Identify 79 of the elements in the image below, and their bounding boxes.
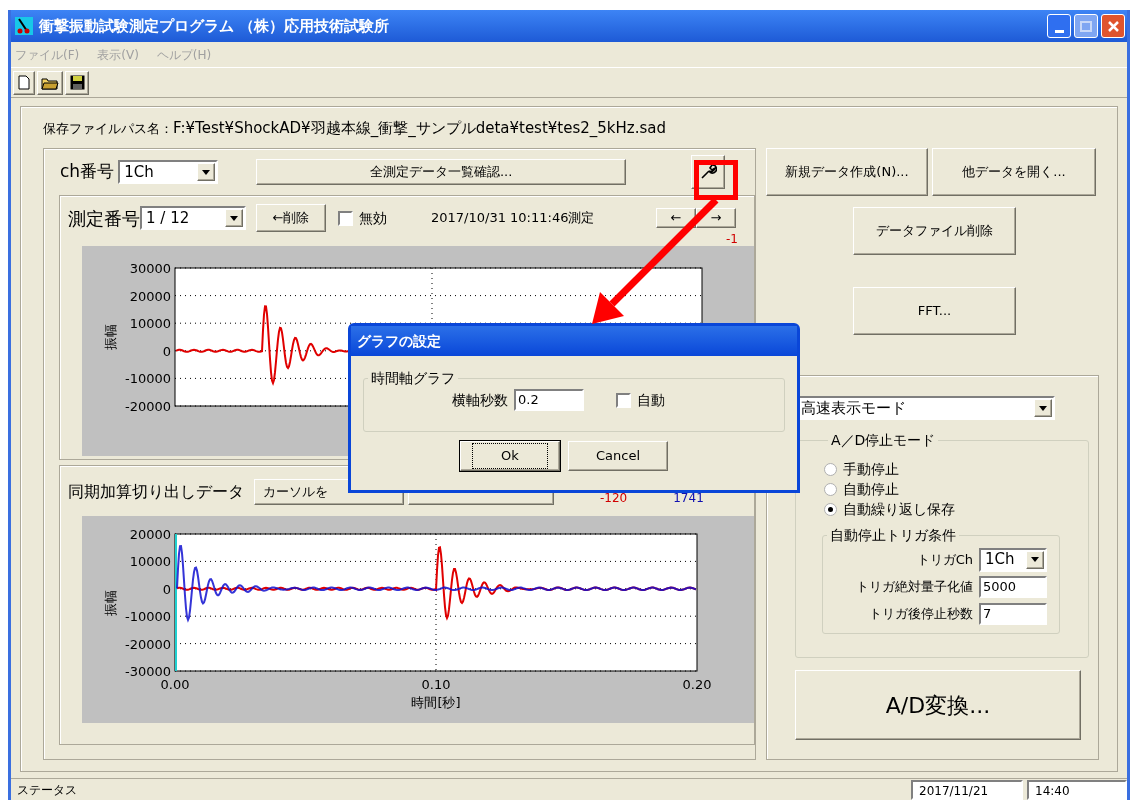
delete-file-button[interactable]: データファイル削除	[853, 207, 1016, 255]
checkbox[interactable]	[338, 210, 353, 226]
document-icon	[18, 75, 30, 90]
path-value: F:¥Test¥ShockAD¥羽越本線_衝撃_サンプルdeta¥test¥tes2_5kHz.sad	[173, 118, 666, 139]
channel-label: ch番号	[60, 160, 115, 184]
axis-tick-label: 0.10	[421, 677, 451, 692]
delete-measurement-button[interactable]: ←削除	[256, 204, 326, 232]
axis-tick-label: 0	[162, 581, 171, 597]
status-text: ステータス	[16, 781, 78, 799]
save-file-button[interactable]	[65, 70, 89, 95]
axis-tick-label: 30000	[129, 261, 171, 276]
radio-label: 自動繰り返し保存	[843, 499, 955, 519]
field-label: トリガCh	[916, 550, 973, 569]
cursor-line[interactable]	[175, 533, 177, 672]
axis-tick-label: 10000	[129, 316, 171, 332]
measurement-label: 測定番号	[68, 206, 140, 231]
cursor-value: 1741	[673, 490, 704, 507]
new-file-button[interactable]	[13, 70, 35, 95]
radio-button[interactable]	[824, 482, 837, 496]
highlight-box	[694, 160, 738, 200]
previous-button[interactable]: ←	[656, 208, 696, 228]
app-icon	[15, 17, 33, 35]
axis-tick-label: -20000	[124, 399, 171, 414]
trigger-channel-select[interactable]: 1Ch	[979, 547, 1047, 572]
status-time: 14:40	[1027, 779, 1127, 800]
window-title: 衝撃振動試験測定プログラム （株）応用技術試験所	[39, 15, 390, 37]
axis-title: 時間[秒]	[411, 695, 461, 710]
seconds-input[interactable]: 0.2	[514, 389, 584, 411]
close-icon	[1107, 20, 1119, 32]
group-title: 時間軸グラフ	[370, 369, 456, 388]
radio-button[interactable]	[824, 502, 837, 516]
minimize-button[interactable]	[1047, 14, 1071, 38]
axis-tick-label: -30000	[124, 664, 171, 679]
field-label: 横軸秒数	[452, 390, 508, 410]
list-all-button[interactable]: 全測定データ一覧確認...	[256, 159, 627, 185]
axis-tick-label: -10000	[124, 609, 171, 625]
field-label: トリガ後停止秒数	[869, 604, 973, 623]
axis-tick-label: 0.20	[682, 677, 712, 692]
close-button[interactable]	[1101, 14, 1125, 38]
axis-tick-label: -20000	[124, 636, 171, 652]
field-label: トリガ絶対量子化値	[856, 577, 973, 596]
axis-tick-label: 20000	[129, 527, 171, 542]
axis-tick-label: 10000	[129, 554, 171, 570]
wrench-icon	[699, 163, 717, 181]
offset-value: -1	[726, 231, 738, 248]
axis-title: 振幅	[103, 324, 118, 350]
checkbox[interactable]	[616, 392, 631, 408]
axis-tick-label: -10000	[124, 371, 171, 387]
measurement-timestamp: 2017/10/31 10:11:46測定	[431, 209, 595, 228]
maximize-icon	[1080, 20, 1092, 32]
ad-convert-button[interactable]: A/D変換...	[795, 670, 1081, 740]
dialog-button[interactable]: Cancel	[568, 441, 668, 471]
radio-label: 手動停止	[843, 459, 899, 479]
dialog-title: グラフの設定	[357, 331, 441, 351]
dialog-button[interactable]: Ok	[460, 441, 560, 471]
sync-label: 同期加算切り出しデータ	[68, 481, 244, 503]
radio-button[interactable]	[824, 462, 837, 476]
axis-tick-label: 20000	[129, 288, 171, 304]
input-field[interactable]: 7	[979, 602, 1047, 625]
axis-tick-label: 0	[162, 343, 171, 359]
new-data-button[interactable]: 新規データ作成(N)...	[766, 148, 928, 196]
fft-button[interactable]: FFT...	[853, 287, 1016, 335]
status-date: 2017/11/21	[911, 779, 1023, 800]
minimize-icon	[1054, 30, 1064, 33]
channel-select[interactable]: 1Ch	[118, 160, 219, 184]
checkbox-label: 無効	[359, 208, 387, 228]
path-label: 保存ファイルパス名：	[43, 120, 173, 138]
radio-label: 自動停止	[843, 479, 899, 499]
axis-tick-label: 0.00	[160, 677, 190, 692]
input-field[interactable]: 5000	[979, 575, 1047, 598]
open-data-button[interactable]: 他データを開く...	[932, 148, 1096, 196]
cursor-value: -120	[600, 490, 628, 507]
open-file-button[interactable]	[37, 70, 63, 95]
folder-icon	[41, 75, 59, 90]
group-title: A／D停止モード	[830, 431, 937, 450]
group-title: 自動停止トリガ条件	[829, 526, 957, 545]
measurement-select[interactable]: 1 / 12	[140, 206, 246, 230]
checkbox-label: 自動	[637, 390, 665, 410]
axis-title: 振幅	[103, 589, 118, 616]
